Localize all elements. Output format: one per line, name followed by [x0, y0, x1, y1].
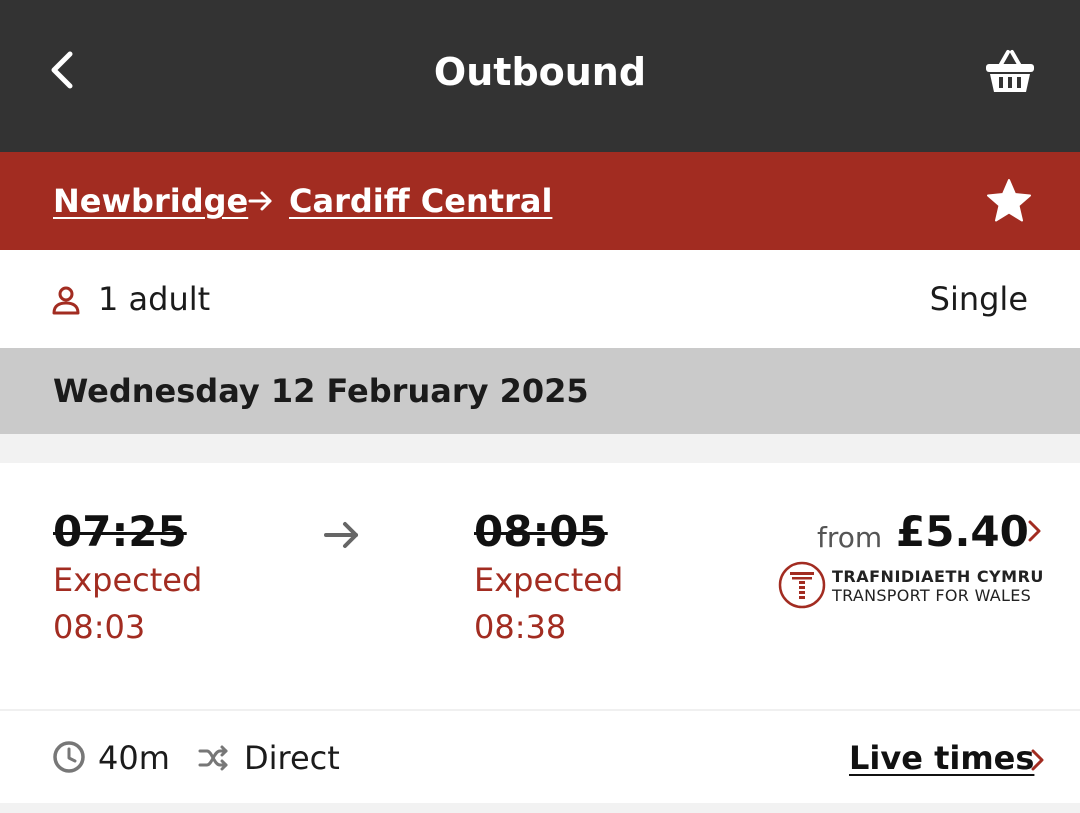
- expected-arrival-time: 08:38: [474, 608, 567, 646]
- expected-departure-time: 08:03: [53, 608, 146, 646]
- scheduled-arrival-time: 08:05: [474, 507, 608, 556]
- tfw-logo-icon: [778, 561, 826, 609]
- chevron-right-icon: [1031, 749, 1044, 771]
- operator-name-english: TRANSPORT FOR WALES: [832, 586, 1032, 605]
- app-root: Outbound Newbridge Cardiff Central 1 adu…: [0, 0, 1080, 813]
- ticket-type: Single: [929, 280, 1028, 318]
- origin-station-link[interactable]: Newbridge: [53, 182, 248, 220]
- person-icon: [50, 284, 82, 316]
- journey-card[interactable]: 07:25 Expected 08:03 08:05 Expected 08:3…: [0, 463, 1080, 803]
- operator-name-welsh: TRAFNIDIAETH CYMRU: [832, 567, 1044, 586]
- clock-icon: [52, 740, 86, 774]
- destination-station-link[interactable]: Cardiff Central: [289, 182, 552, 220]
- basket-button[interactable]: [982, 46, 1038, 96]
- favourite-button[interactable]: [984, 176, 1034, 226]
- arrow-right-icon: [324, 522, 358, 548]
- passenger-row[interactable]: 1 adult Single: [0, 250, 1080, 348]
- arrival-expected-label: Expected: [474, 561, 624, 599]
- operator-logo: TRAFNIDIAETH CYMRU TRANSPORT FOR WALES: [778, 561, 1043, 611]
- passenger-count: 1 adult: [98, 280, 211, 318]
- page-title: Outbound: [433, 50, 647, 94]
- journey-duration: 40m: [98, 739, 170, 777]
- departure-expected-label: Expected: [53, 561, 203, 599]
- top-app-bar: Outbound: [0, 0, 1080, 152]
- price-prefix: from: [817, 521, 883, 554]
- scheduled-departure-time: 07:25: [53, 507, 187, 556]
- route-bar: Newbridge Cardiff Central: [0, 152, 1080, 250]
- direct-route-icon: [198, 743, 230, 773]
- card-divider: [0, 709, 1080, 711]
- journey-changes: Direct: [244, 739, 340, 777]
- travel-date: Wednesday 12 February 2025: [53, 372, 589, 410]
- basket-icon: [986, 50, 1034, 92]
- arrow-right-icon: [248, 191, 272, 211]
- chevron-right-icon: [1028, 520, 1041, 542]
- live-times-link[interactable]: Live times: [849, 739, 1034, 777]
- ticket-price: £5.40: [896, 507, 1029, 556]
- date-header: Wednesday 12 February 2025: [0, 348, 1080, 434]
- star-icon: [987, 179, 1031, 222]
